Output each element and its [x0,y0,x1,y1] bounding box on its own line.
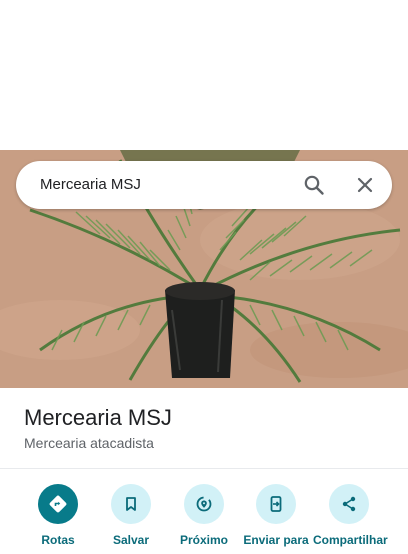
divider [0,468,408,469]
share-label: Compartilhar [313,533,388,547]
send-to-device-label: Enviar para [243,533,309,547]
nearby-label: Próximo [179,533,228,547]
directions-icon [38,484,78,524]
directions-button[interactable]: Rotas [22,484,94,554]
nearby-button[interactable]: Próximo [168,484,240,554]
save-label: Salvar [112,533,150,547]
directions-label: Rotas [41,533,75,547]
search-icon[interactable] [302,173,326,197]
map-area-blank [0,0,408,150]
share-icon [329,484,369,524]
place-category: Mercearia atacadista [24,435,154,451]
send-to-device-icon [256,484,296,524]
place-title: Mercearia MSJ [24,405,172,430]
close-icon[interactable] [353,173,377,197]
nearby-icon [184,484,224,524]
search-input[interactable]: Mercearia MSJ [40,176,141,193]
bookmark-icon [111,484,151,524]
save-button[interactable]: Salvar [95,484,167,554]
share-button[interactable]: Compartilhar [313,484,388,554]
send-to-device-button[interactable]: Enviar para [240,484,312,554]
search-bar[interactable]: Mercearia MSJ [16,161,392,209]
